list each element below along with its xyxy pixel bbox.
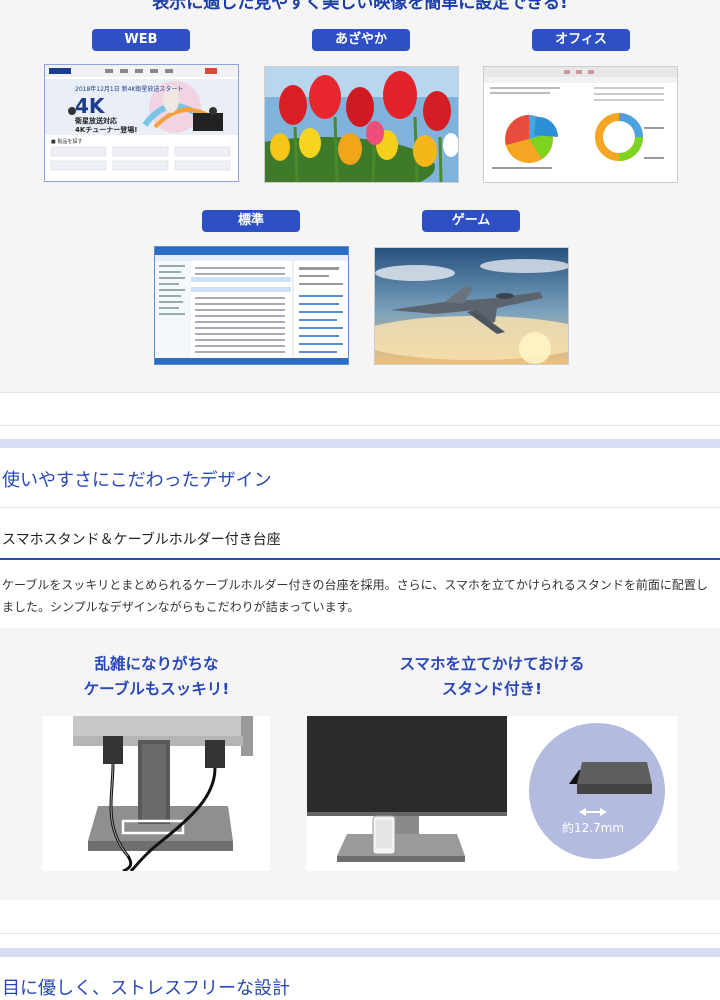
phone-feature-line2: スタンド付き!: [441, 680, 543, 698]
web-mode-thumbnail: 2018年12月1日 新4K衛星放送スタート 4K 衛星放送対応 4Kチューナー…: [44, 64, 239, 182]
mode-label-office: オフィス: [532, 29, 630, 51]
mode-label-vivid: あざやか: [312, 29, 410, 51]
cable-feature-heading: 乱雑になりがちな ケーブルもスッキリ!: [43, 652, 270, 702]
office-mode-thumbnail: [483, 66, 678, 183]
section-band: [0, 439, 720, 448]
section-band: [0, 948, 720, 957]
mode-label-game: ゲーム: [422, 210, 520, 232]
mode-label-web: WEB: [92, 29, 190, 51]
cable-holder-illustration: [43, 716, 270, 871]
standard-mode-thumbnail: [154, 246, 349, 365]
modes-title: 表示に適した見やすく美しい映像を簡単に設定できる!: [152, 0, 568, 13]
phone-feature-line1: スマホを立てかけておける: [399, 655, 585, 673]
feature-box: 乱雑になりがちな ケーブルもスッキリ! スマホを立てかけておける スタンド付き!: [0, 628, 720, 900]
divider: [0, 507, 720, 508]
design-description: ケーブルをスッキリとまとめられるケーブルホルダー付きの台座を採用。さらに、スマホ…: [2, 578, 708, 614]
cable-feature-line1: 乱雑になりがちな: [94, 655, 219, 673]
divider: [0, 933, 720, 934]
vivid-mode-thumbnail: [264, 66, 459, 183]
phone-stand-illustration: 約12.7mm: [307, 716, 677, 871]
svg-text:2018年12月1日 新4K衛星放送スタート: 2018年12月1日 新4K衛星放送スタート: [75, 85, 183, 93]
stand-subsection-title: スマホスタンド＆ケーブルホルダー付き台座: [2, 532, 281, 548]
divider: [0, 425, 720, 426]
mode-label-standard: 標準: [202, 210, 300, 232]
svg-text:4K: 4K: [75, 94, 106, 118]
svg-text:4Kチューナー登場!: 4Kチューナー登場!: [75, 125, 138, 134]
svg-text:■ 製品を探す: ■ 製品を探す: [51, 138, 82, 145]
phone-stand-feature-heading: スマホを立てかけておける スタンド付き!: [307, 652, 677, 702]
subsection-rule: [0, 558, 720, 560]
next-section-title: 目に優しく、ストレスフリーな設計: [2, 978, 290, 999]
display-modes-section: 表示に適した見やすく美しい映像を簡単に設定できる! WEB あざやか オフィス …: [0, 0, 720, 393]
stand-width-label: 約12.7mm: [562, 820, 624, 835]
design-section-title: 使いやすさにこだわったデザイン: [2, 470, 272, 491]
svg-text:衛星放送対応: 衛星放送対応: [74, 116, 117, 125]
cable-feature-line2: ケーブルもスッキリ!: [83, 680, 230, 698]
game-mode-thumbnail: [374, 247, 569, 365]
